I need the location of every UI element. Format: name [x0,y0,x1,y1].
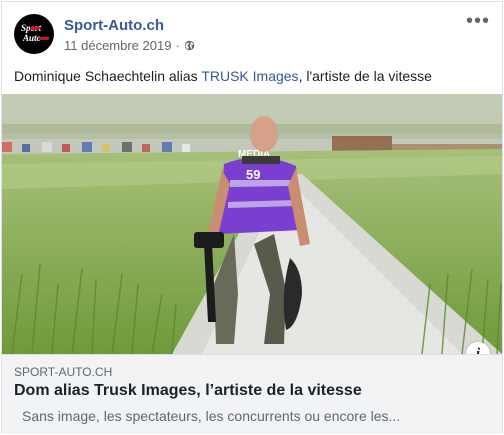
caption-text: Dominique Schaechtelin alias [14,68,202,84]
more-options-button[interactable]: ••• [466,11,490,31]
page-name-link[interactable]: Sport-Auto.ch [64,17,164,34]
vest-number-text: 59 [246,167,260,182]
meta-separator: · [175,38,180,53]
post-date[interactable]: 11 décembre 2019 [64,38,171,53]
preview-description: Sans image, les spectateurs, les concurr… [22,408,401,424]
link-preview[interactable]: SPORT-AUTO.CH Dom alias Trusk Images, l’… [2,354,502,434]
preview-title[interactable]: Dom alias Trusk Images, l’artiste de la … [14,382,362,400]
page-avatar[interactable]: Sport Auto [14,14,54,54]
post-meta: 11 décembre 2019 · [64,38,195,53]
preview-domain: SPORT-AUTO.CH [14,365,113,379]
avatar-accent-stripe [29,27,41,30]
photo-illustration: MEDIA 59 [2,94,502,354]
facebook-post-card: Sport Auto Sport-Auto.ch 11 décembre 201… [1,1,503,434]
caption-text-end: , l'artiste de la vitesse [298,68,432,84]
post-photo[interactable]: MEDIA 59 [2,94,502,354]
post-caption: Dominique Schaechtelin alias TRUSK Image… [14,68,432,84]
avatar-accent-stripe-2 [38,37,50,40]
globe-icon [184,40,195,51]
caption-link[interactable]: TRUSK Images [201,68,298,84]
post-header: Sport Auto Sport-Auto.ch 11 décembre 201… [14,11,490,58]
